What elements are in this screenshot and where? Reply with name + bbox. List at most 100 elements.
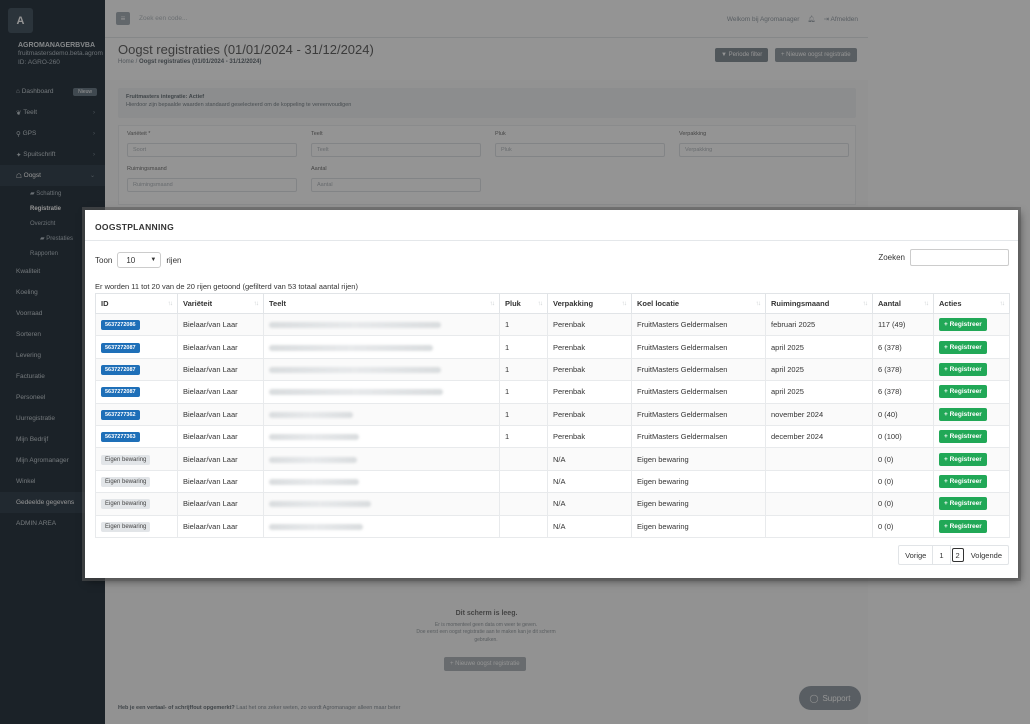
cell-koel-locatie: Eigen bewaring	[631, 447, 766, 471]
cell-teelt	[263, 514, 500, 538]
oogstplanning-card: OOGSTPLANNING Toon 10 ▼ rijen Zoeken Er …	[85, 210, 1018, 578]
pagination-next[interactable]: Volgende	[965, 546, 1008, 564]
id-badge: 5637272087	[101, 342, 140, 353]
cell-teelt	[263, 492, 500, 516]
cell-aantal: 0 (40)	[872, 402, 934, 426]
cell-variety: Bielaar/van Laar	[177, 447, 264, 471]
cell-koel-locatie: FruitMasters Geldermalsen	[631, 357, 766, 382]
cell-ruimingsmaand: februari 2025	[765, 312, 873, 337]
cell-verpakking: N/A	[547, 447, 632, 471]
cell-id: 5637272087	[95, 380, 178, 404]
col-header-aantal[interactable]: Aantal ↑↓	[872, 293, 934, 314]
cell-variety: Bielaar/van Laar	[177, 402, 264, 426]
cell-aantal: 117 (49)	[872, 312, 934, 337]
pagination-page-2[interactable]: 2	[951, 548, 964, 562]
cell-koel-locatie: FruitMasters Geldermalsen	[631, 312, 766, 337]
sort-icon: ↑↓	[253, 300, 259, 307]
table-row: 5637277362 Bielaar/van Laar 1 Perenbak Fruit…	[95, 402, 1010, 426]
cell-pluk: 1	[499, 335, 548, 359]
cell-aantal: 0 (0)	[872, 514, 934, 538]
redacted-text	[269, 366, 441, 373]
cell-pluk	[499, 492, 548, 516]
planning-table: ID ↑↓ Variëteit ↑↓ Teelt ↑↓ Pluk ↑↓ Verpakki…	[95, 293, 1010, 538]
cell-teelt	[263, 447, 500, 471]
cell-verpakking: Perenbak	[547, 424, 632, 449]
cell-variety: Bielaar/van Laar	[177, 380, 264, 404]
cell-id: Eigen bewaring	[95, 492, 178, 516]
cell-koel-locatie: FruitMasters Geldermalsen	[631, 380, 766, 404]
table-row: 5637272087 Bielaar/van Laar 1 Perenbak Fruit…	[95, 335, 1010, 359]
register-button[interactable]: + Registreer	[939, 362, 987, 376]
redacted-text	[269, 411, 353, 418]
cell-aantal: 6 (378)	[872, 357, 934, 382]
cell-aantal: 0 (0)	[872, 447, 934, 471]
table-row: 5637272087 Bielaar/van Laar 1 Perenbak Fruit…	[95, 357, 1010, 382]
register-button[interactable]: + Registreer	[939, 385, 987, 399]
cell-acties: + Registreer	[933, 380, 1010, 404]
col-header-id[interactable]: ID ↑↓	[95, 293, 178, 314]
redacted-text	[269, 501, 371, 508]
col-header-pluk[interactable]: Pluk ↑↓	[499, 293, 548, 314]
register-button[interactable]: + Registreer	[939, 474, 987, 488]
page-length-control: Toon 10 ▼ rijen	[95, 252, 181, 268]
cell-teelt	[263, 380, 500, 404]
cell-acties: + Registreer	[933, 402, 1010, 426]
cell-verpakking: Perenbak	[547, 402, 632, 426]
search-input[interactable]	[910, 249, 1009, 266]
cell-teelt	[263, 357, 500, 382]
register-button[interactable]: + Registreer	[939, 452, 987, 466]
table-row: 5637272087 Bielaar/van Laar 1 Perenbak Fruit…	[95, 380, 1010, 404]
cell-acties: + Registreer	[933, 514, 1010, 538]
cell-teelt	[263, 312, 500, 337]
register-button[interactable]: + Registreer	[939, 430, 987, 444]
cell-verpakking: N/A	[547, 514, 632, 538]
register-button[interactable]: + Registreer	[939, 340, 987, 354]
table-search: Zoeken	[878, 249, 1009, 266]
col-header-koel-locatie[interactable]: Koel locatie ↑↓	[631, 293, 766, 314]
cell-koel-locatie: Eigen bewaring	[631, 469, 766, 494]
id-badge: 5637277363	[101, 432, 140, 443]
redacted-text	[269, 434, 359, 441]
cell-koel-locatie: Eigen bewaring	[631, 514, 766, 538]
pagination: Vorige 1 2 Volgende	[898, 545, 1009, 565]
cell-ruimingsmaand: december 2024	[765, 424, 873, 449]
cell-variety: Bielaar/van Laar	[177, 514, 264, 538]
cell-teelt	[263, 335, 500, 359]
register-button[interactable]: + Registreer	[939, 407, 987, 421]
card-divider	[85, 240, 1018, 241]
cell-acties: + Registreer	[933, 447, 1010, 471]
id-badge: 5637272087	[101, 387, 140, 398]
cell-variety: Bielaar/van Laar	[177, 312, 264, 337]
redacted-text	[269, 344, 433, 351]
sort-icon: ↑↓	[489, 300, 495, 307]
cell-id: Eigen bewaring	[95, 514, 178, 538]
cell-ruimingsmaand	[765, 469, 873, 494]
search-label: Zoeken	[878, 253, 905, 262]
redacted-text	[269, 322, 441, 329]
col-header-teelt[interactable]: Teelt ↑↓	[263, 293, 500, 314]
cell-verpakking: N/A	[547, 492, 632, 516]
cell-variety: Bielaar/van Laar	[177, 424, 264, 449]
col-header-acties[interactable]: Acties ↑↓	[933, 293, 1010, 314]
col-header-ruimingsmaand[interactable]: Ruimingsmaand ↑↓	[765, 293, 873, 314]
cell-aantal: 6 (378)	[872, 335, 934, 359]
id-badge: Eigen bewaring	[101, 499, 151, 510]
pagination-prev[interactable]: Vorige	[899, 546, 934, 564]
col-header-verpakking[interactable]: Verpakking ↑↓	[547, 293, 632, 314]
register-button[interactable]: + Registreer	[939, 497, 987, 511]
cell-koel-locatie: FruitMasters Geldermalsen	[631, 335, 766, 359]
id-badge: 5637272086	[101, 320, 140, 331]
pagination-page-1[interactable]: 1	[933, 546, 951, 564]
col-header-variety[interactable]: Variëteit ↑↓	[177, 293, 264, 314]
register-button[interactable]: + Registreer	[939, 519, 987, 533]
sort-icon: ↑↓	[999, 300, 1005, 307]
cell-koel-locatie: Eigen bewaring	[631, 492, 766, 516]
register-button[interactable]: + Registreer	[939, 318, 987, 332]
sort-icon: ↑↓	[167, 300, 173, 307]
cell-acties: + Registreer	[933, 335, 1010, 359]
table-header-row: ID ↑↓ Variëteit ↑↓ Teelt ↑↓ Pluk ↑↓ Verpakki…	[95, 293, 1010, 314]
cell-koel-locatie: FruitMasters Geldermalsen	[631, 402, 766, 426]
page-length-select[interactable]: 10 ▼	[117, 252, 162, 268]
cell-id: Eigen bewaring	[95, 469, 178, 494]
cell-variety: Bielaar/van Laar	[177, 357, 264, 382]
